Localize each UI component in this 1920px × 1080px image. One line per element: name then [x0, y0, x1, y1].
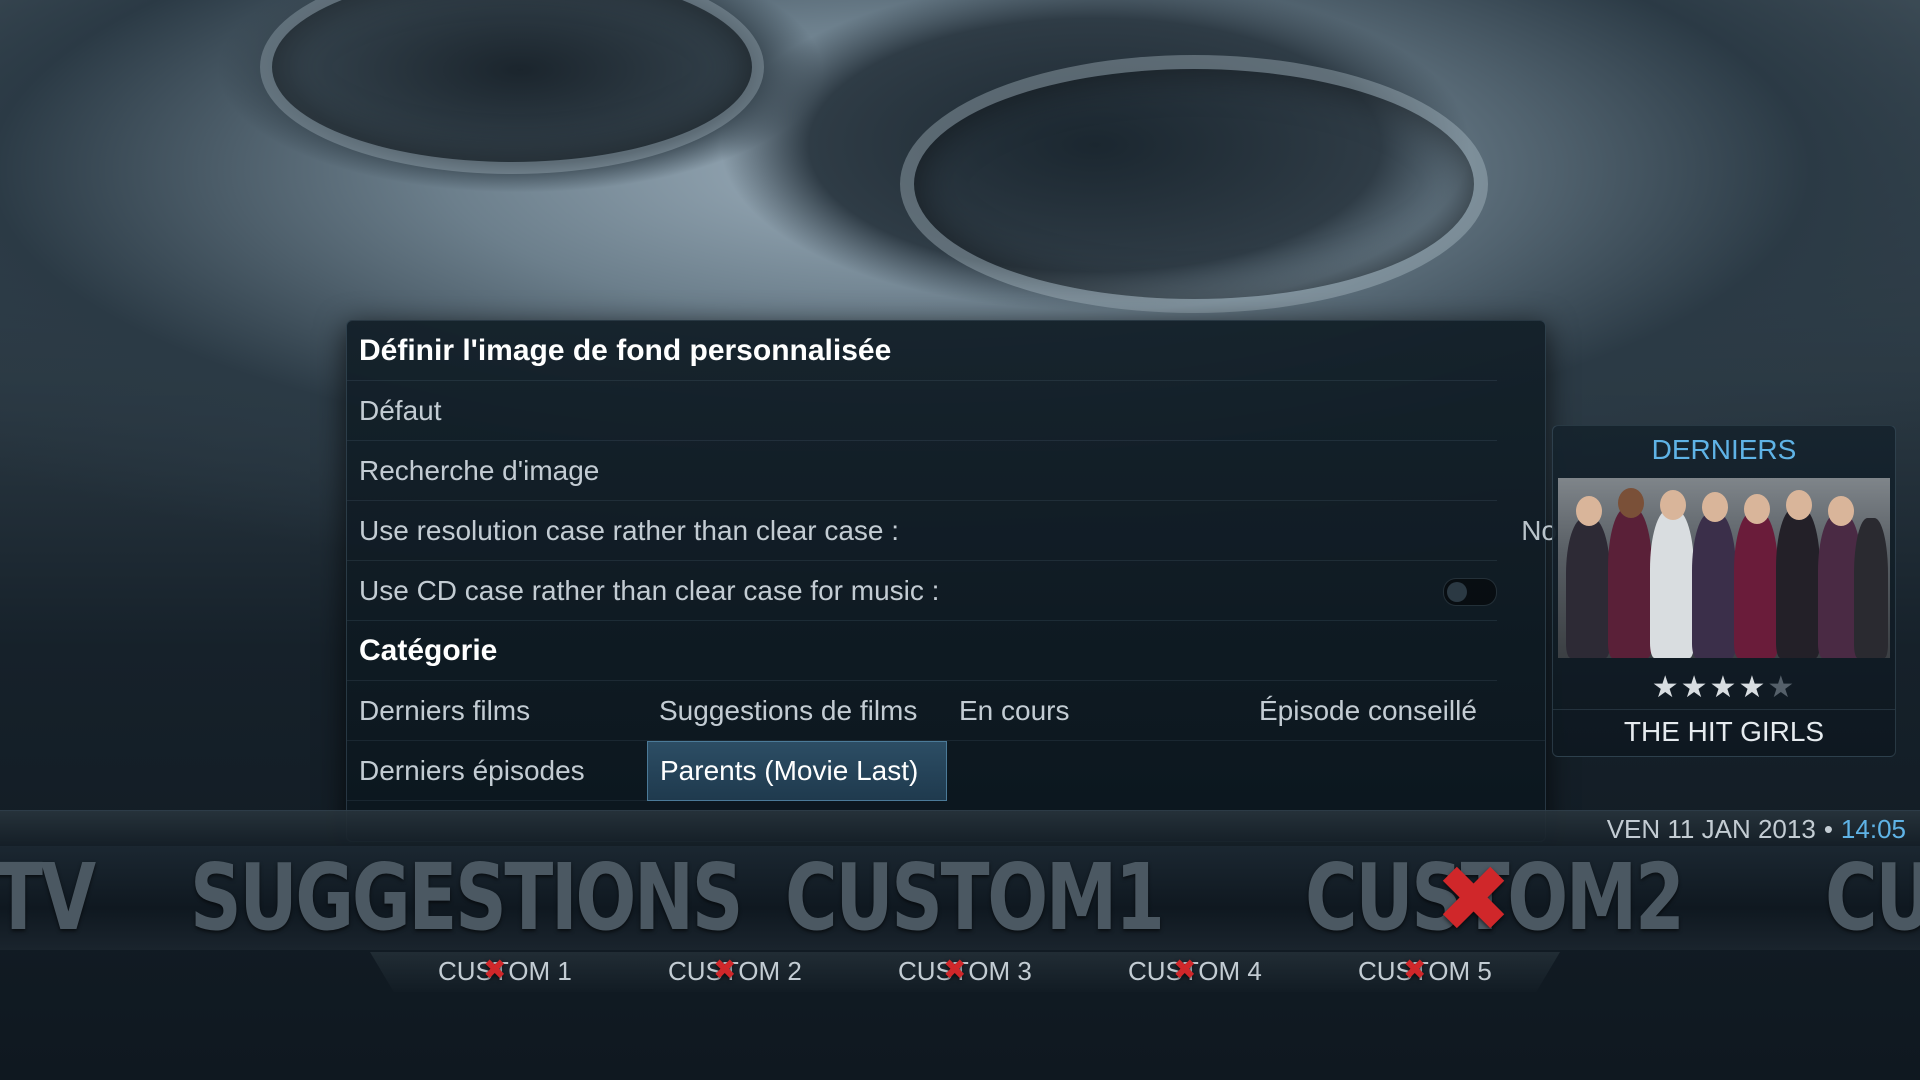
latest-widget[interactable]: DERNIERS ★★★★★ THE HIT GIRLS [1552, 425, 1896, 757]
category-parents-movie-last[interactable]: Parents (Movie Last) [647, 741, 947, 801]
disabled-x-icon: ✖ [943, 953, 967, 986]
option-default[interactable]: Défaut [347, 381, 1497, 441]
disabled-x-icon: ✖ [1403, 953, 1427, 986]
option-cd-case[interactable]: Use CD case rather than clear case for m… [347, 561, 1497, 621]
empty-cell [1247, 741, 1545, 801]
menu-item-suggestions[interactable]: SUGGESTIONS [190, 846, 743, 950]
menu-item-cu[interactable]: CU [1825, 846, 1920, 950]
category-in-progress[interactable]: En cours [947, 681, 1247, 741]
option-label: Recherche d'image [359, 454, 600, 486]
option-label: Défaut [359, 394, 442, 426]
toggle-switch[interactable] [1443, 578, 1497, 606]
category-grid: Derniers films Suggestions de films En c… [347, 681, 1545, 801]
option-resolution-case[interactable]: Use resolution case rather than clear ca… [347, 501, 1557, 561]
menu-item-custom1[interactable]: CUSTOM1 [785, 846, 1165, 950]
background-settings-dialog: Définir l'image de fond personnalisée Dé… [346, 320, 1557, 842]
time-text: 14:05 [1840, 814, 1906, 844]
date-time: VEN 11 JAN 2013 • 14:05 [1607, 814, 1906, 845]
category-recommended-episode[interactable]: Épisode conseillé [1247, 681, 1545, 741]
option-label: Use resolution case rather than clear ca… [359, 514, 900, 546]
disabled-x-icon: ✖ [1435, 846, 1513, 950]
option-image-search[interactable]: Recherche d'image [347, 441, 1497, 501]
star-icon: ★ [1709, 670, 1739, 705]
star-icon: ★ [1738, 670, 1768, 705]
menu-item-tv[interactable]: TV [0, 846, 96, 950]
main-menu-bar: TV SUGGESTIONS CUSTOM1 CUSTOM2 CU ✖ [0, 846, 1920, 950]
dialog-title: Définir l'image de fond personnalisée [347, 321, 1497, 381]
category-latest-movies[interactable]: Derniers films [347, 681, 647, 741]
divider [1553, 709, 1895, 710]
movie-title: THE HIT GIRLS [1623, 716, 1825, 747]
option-label: Use CD case rather than clear case for m… [359, 574, 940, 606]
date-text: VEN 11 JAN 2013 [1606, 814, 1816, 844]
disabled-x-icon: ✖ [483, 953, 507, 986]
category-movie-suggestions[interactable]: Suggestions de films [647, 681, 947, 741]
movie-poster [1558, 478, 1890, 658]
category-header: Catégorie [347, 621, 1497, 681]
widget-title: DERNIERS [1651, 434, 1797, 465]
star-icon: ★ [1651, 670, 1681, 705]
separator-dot: • [1823, 814, 1833, 844]
rating-stars: ★★★★★ [1553, 670, 1895, 705]
star-icon: ★ [1767, 670, 1797, 705]
empty-cell [947, 741, 1247, 801]
disabled-x-icon: ✖ [713, 953, 737, 986]
category-latest-episodes[interactable]: Derniers épisodes [347, 741, 647, 801]
disabled-x-icon: ✖ [1173, 953, 1197, 986]
film-reel-decoration [900, 55, 1488, 313]
star-icon: ★ [1680, 670, 1710, 705]
